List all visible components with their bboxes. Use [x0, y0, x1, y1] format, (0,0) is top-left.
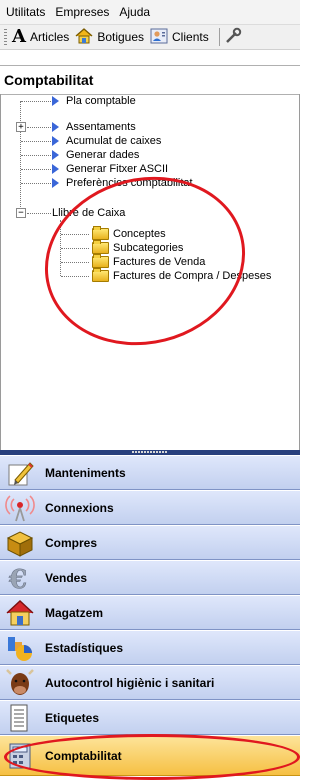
nav-magatzem[interactable]: Magatzem [0, 595, 300, 630]
splitter-grip [132, 451, 168, 453]
tree-item-label: Acumulat de caixes [66, 135, 162, 147]
antenna-icon [5, 493, 35, 523]
arrow-icon [52, 136, 59, 146]
nav-estadistiques[interactable]: Estadístiques [0, 630, 300, 665]
arrow-icon [52, 96, 59, 106]
arrow-icon [52, 122, 59, 132]
tree-item-assentaments[interactable]: Assentaments [52, 120, 136, 134]
tree-connector [20, 101, 21, 213]
clients-button[interactable]: Clients [150, 28, 209, 47]
euro-icon: € [5, 563, 35, 595]
nav-label: Magatzem [45, 605, 104, 620]
articles-button[interactable]: A Articles [12, 28, 69, 46]
nav-manteniments[interactable]: Manteniments [0, 455, 300, 490]
tree-connector [21, 155, 51, 156]
botigues-label: Botigues [97, 30, 145, 44]
label-printer-icon [5, 703, 35, 733]
tree-item-label: Assentaments [66, 121, 136, 133]
tree-connector [21, 141, 51, 142]
tree-connector [27, 127, 51, 128]
tree-item-label: Generar Fitxer ASCII [66, 163, 169, 175]
nav-compres[interactable]: Compres [0, 525, 300, 560]
pencil-icon [5, 458, 35, 488]
menu-ajuda[interactable]: Ajuda [115, 5, 154, 19]
nav-label: Autocontrol higiènic i sanitari [45, 675, 215, 690]
nav-label: Compres [45, 535, 98, 550]
letter-a-icon: A [12, 26, 26, 47]
botigues-button[interactable]: Botigues [75, 27, 145, 47]
annotation-ellipse [4, 734, 300, 780]
chart-icon [5, 633, 35, 663]
tree-item-generar-fitxer[interactable]: Generar Fitxer ASCII [52, 162, 168, 176]
nav-label: Estadístiques [45, 640, 124, 655]
tree-item-pla-comptable[interactable]: Pla comptable [52, 94, 136, 108]
tree-connector [21, 101, 51, 102]
tree-item-acumulat-caixes[interactable]: Acumulat de caixes [52, 134, 161, 148]
collapse-llibre-icon[interactable]: − [16, 208, 26, 218]
nav-label: Etiquetes [45, 710, 100, 725]
panel-header: Comptabilitat [0, 65, 300, 95]
box-icon [5, 528, 35, 558]
nav-etiquetes[interactable]: Etiquetes [0, 700, 300, 735]
arrow-icon [52, 150, 59, 160]
nav-autocontrol[interactable]: Autocontrol higiènic i sanitari [0, 665, 300, 700]
tree-item-generar-dades[interactable]: Generar dades [52, 148, 139, 162]
tree-connector [27, 213, 51, 214]
nav-label: Manteniments [45, 465, 126, 480]
toolbar: A Articles Botigues Clients [0, 25, 300, 50]
nav-label: Connexions [45, 500, 114, 515]
menu-empreses[interactable]: Empreses [51, 5, 113, 19]
clients-label: Clients [172, 30, 209, 44]
menu-bar: Utilitats Empreses Ajuda [0, 0, 300, 25]
panel-title: Comptabilitat [4, 72, 94, 88]
tree-view[interactable]: + − Pla comptable Assentaments Acumulat … [0, 94, 300, 454]
tree-border-right [299, 94, 300, 450]
nav-vendes[interactable]: € Vendes [0, 560, 300, 595]
tree-connector [21, 169, 51, 170]
tree-item-label: Generar dades [66, 149, 140, 161]
nav-label: Vendes [45, 570, 88, 585]
expand-assentaments-icon[interactable]: + [16, 122, 26, 132]
cow-icon [5, 668, 35, 698]
svg-text:€: € [8, 565, 27, 593]
tree-connector [21, 183, 51, 184]
arrow-icon [52, 178, 59, 188]
articles-label: Articles [29, 30, 70, 44]
tree-item-label: Pla comptable [66, 95, 136, 107]
person-card-icon [150, 28, 168, 47]
nav-connexions[interactable]: Connexions [0, 490, 300, 525]
toolbar-grip[interactable] [4, 29, 7, 45]
toolbar-separator [218, 28, 220, 46]
house-icon [75, 27, 93, 47]
tools-icon[interactable] [224, 27, 242, 48]
warehouse-icon [5, 598, 35, 628]
menu-utilitats[interactable]: Utilitats [2, 5, 49, 19]
arrow-icon [52, 164, 59, 174]
tree-border-left [0, 94, 1, 450]
